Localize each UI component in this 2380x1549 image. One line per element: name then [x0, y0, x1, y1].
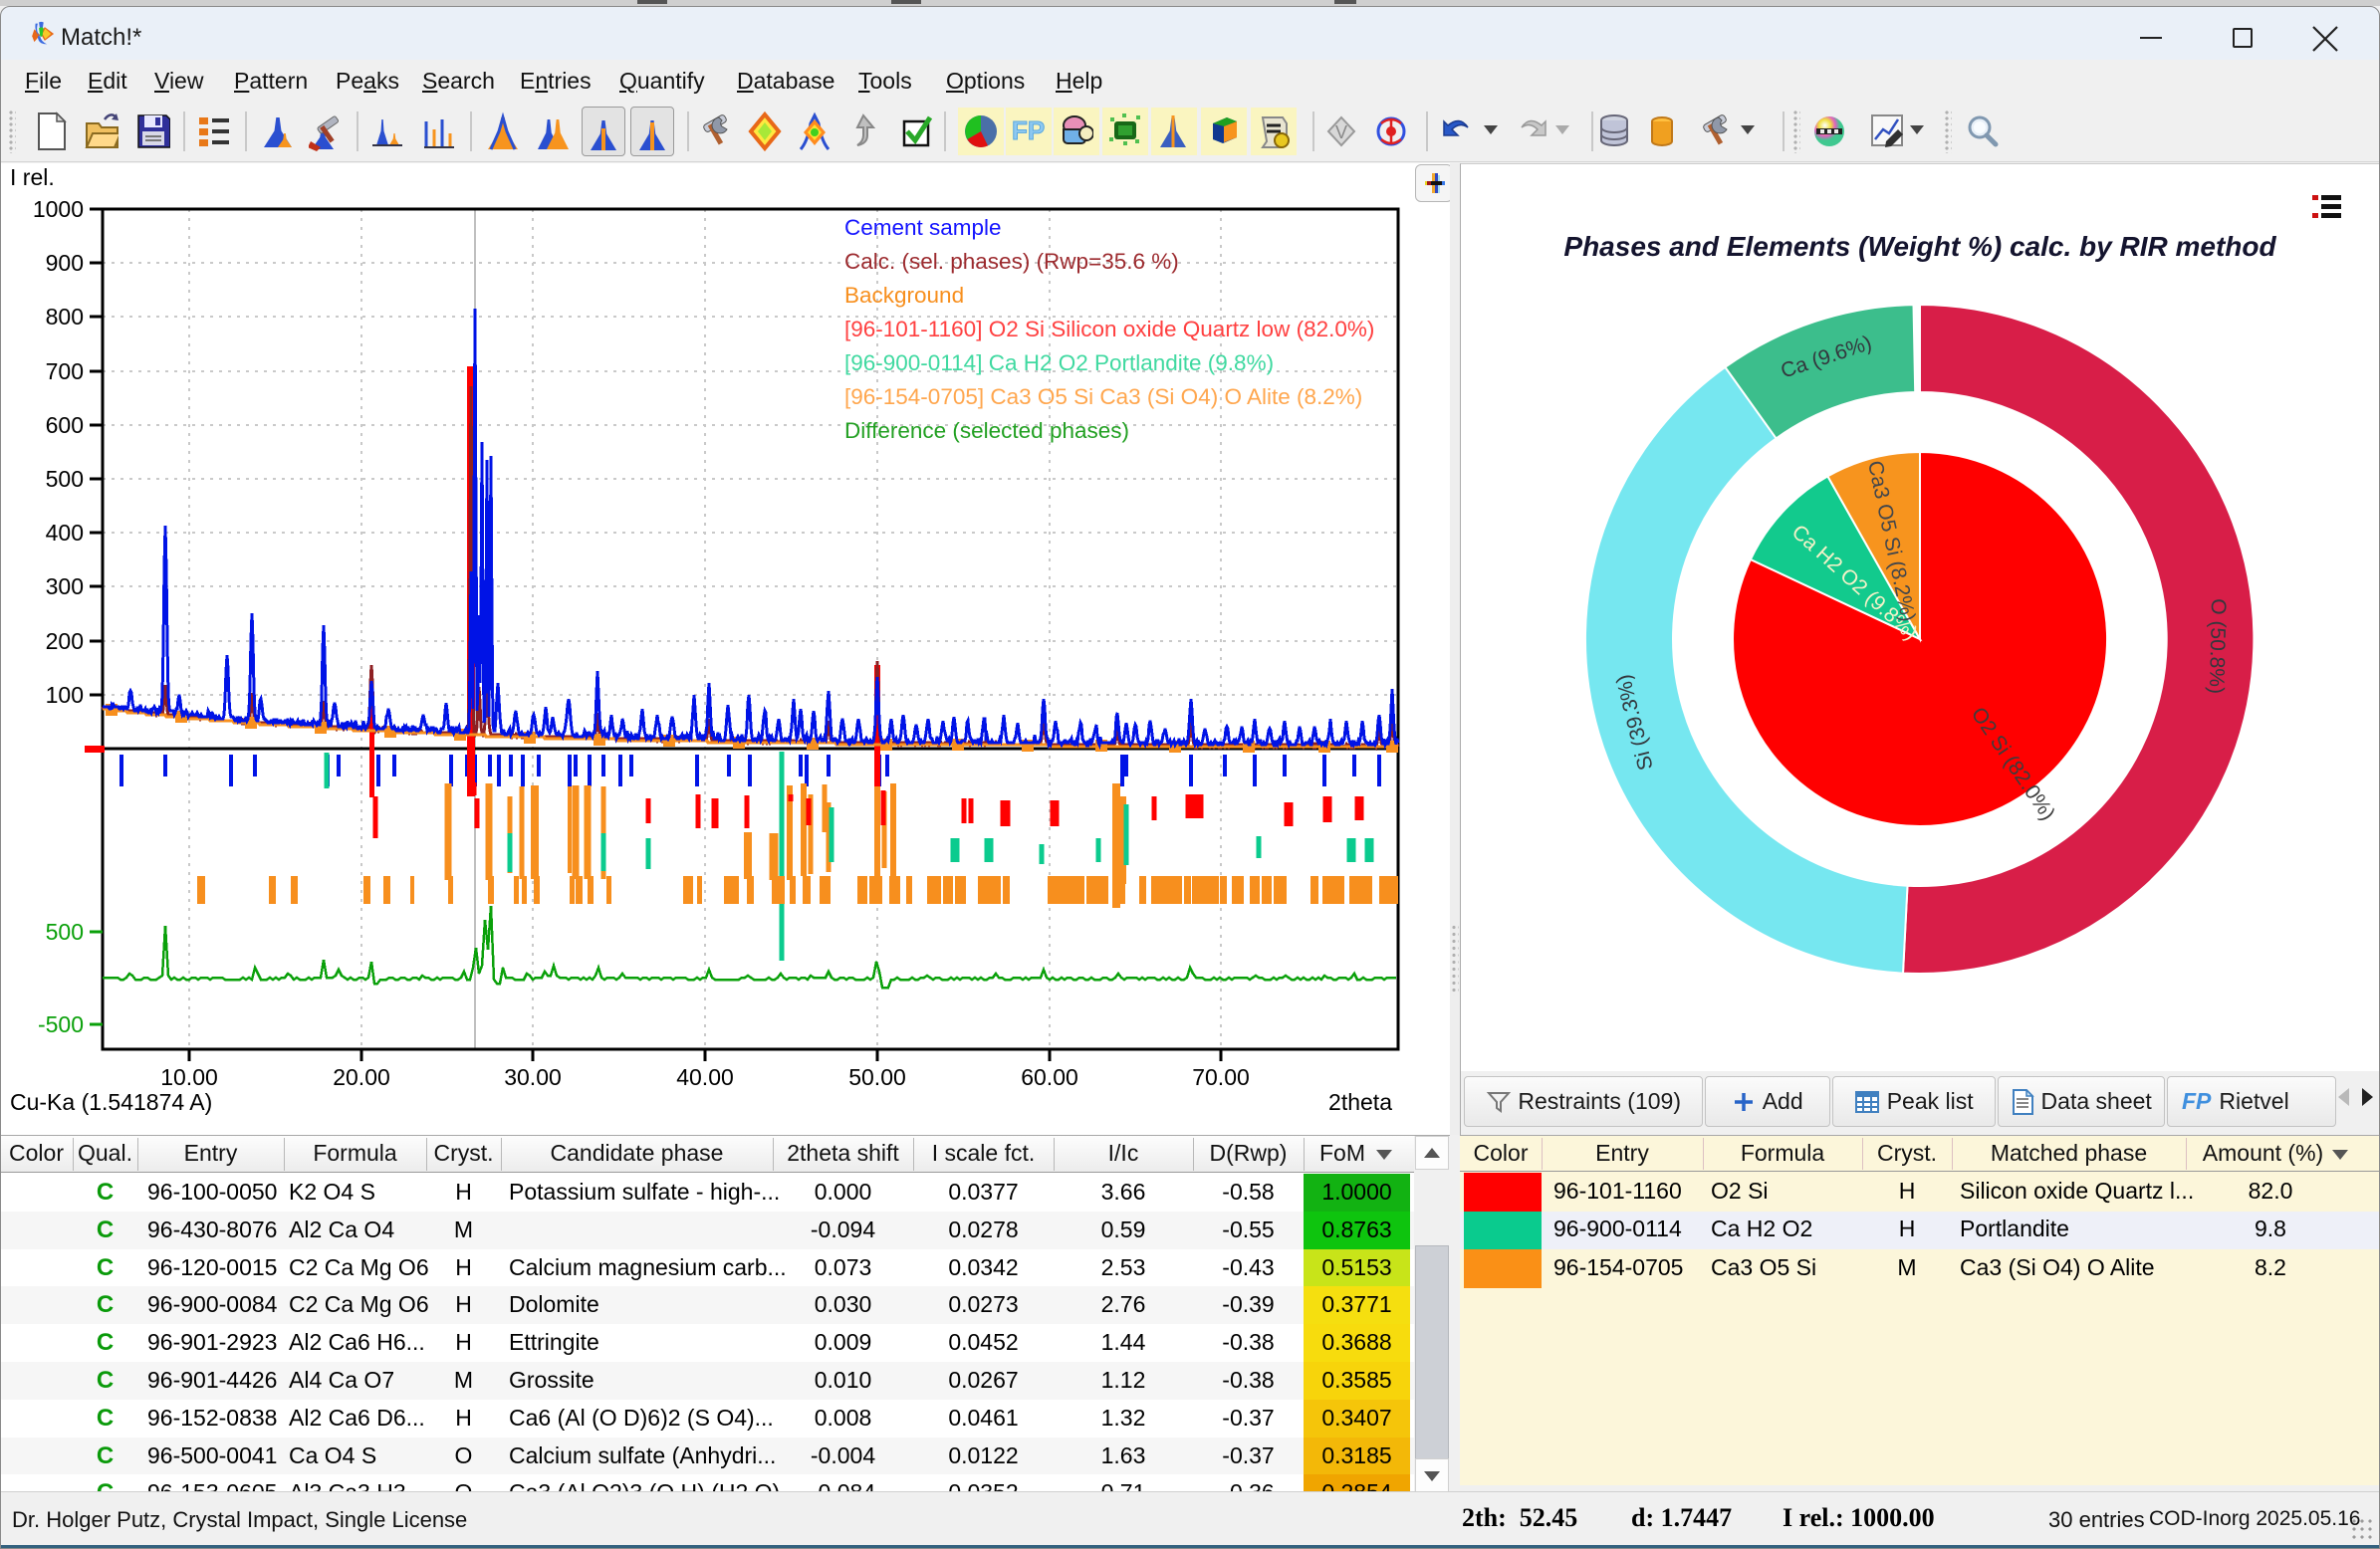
svg-text:O (50.8%): O (50.8%) [2205, 598, 2230, 694]
svg-text:100: 100 [46, 682, 84, 708]
svg-text:I rel.: I rel. [10, 164, 55, 190]
svg-text:V: V [1335, 122, 1347, 142]
svg-text:70.00: 70.00 [1192, 1064, 1250, 1090]
svg-text:[96-101-1160] O2 Si Silicon ox: [96-101-1160] O2 Si Silicon oxide Quartz… [844, 317, 1374, 341]
svg-text:900: 900 [46, 250, 84, 276]
svg-text:500: 500 [46, 466, 84, 492]
svg-text:[96-154-0705] Ca3 O5 Si Ca3 (S: [96-154-0705] Ca3 O5 Si Ca3 (Si O4) O Al… [844, 384, 1362, 409]
svg-text:400: 400 [46, 520, 84, 546]
svg-text:Cu-Ka (1.541874 A): Cu-Ka (1.541874 A) [10, 1089, 212, 1115]
svg-text:500: 500 [46, 919, 84, 945]
svg-text:300: 300 [46, 573, 84, 599]
svg-text:1000: 1000 [33, 196, 84, 222]
svg-text:[96-900-0114] Ca H2 O2 Portlan: [96-900-0114] Ca H2 O2 Portlandite (9.8%… [844, 350, 1274, 375]
svg-text:700: 700 [46, 358, 84, 384]
svg-text:200: 200 [46, 628, 84, 654]
svg-text:Background: Background [844, 283, 964, 308]
svg-text:30.00: 30.00 [504, 1064, 562, 1090]
svg-text:20.00: 20.00 [333, 1064, 390, 1090]
svg-text:60.00: 60.00 [1021, 1064, 1078, 1090]
svg-text:40.00: 40.00 [676, 1064, 734, 1090]
svg-text:800: 800 [46, 304, 84, 330]
svg-text:2theta: 2theta [1328, 1089, 1392, 1115]
svg-text:600: 600 [46, 412, 84, 438]
svg-text:-500: -500 [38, 1011, 84, 1037]
svg-text:Calc. (sel. phases) (Rwp=35.6: Calc. (sel. phases) (Rwp=35.6 %) [844, 249, 1179, 274]
svg-text:Cement sample: Cement sample [844, 215, 1002, 240]
svg-text:Difference (selected phases): Difference (selected phases) [844, 418, 1129, 443]
svg-text:50.00: 50.00 [848, 1064, 906, 1090]
svg-text:10.00: 10.00 [160, 1064, 218, 1090]
